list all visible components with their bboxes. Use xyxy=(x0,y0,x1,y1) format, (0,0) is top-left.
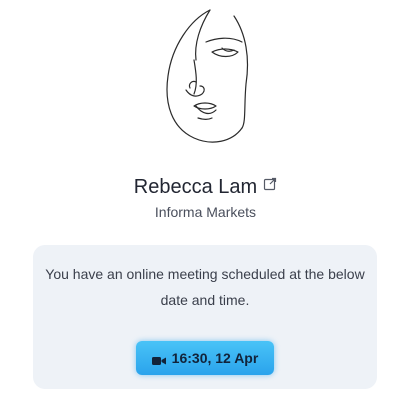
avatar xyxy=(150,6,260,158)
meeting-message: You have an online meeting scheduled at … xyxy=(45,266,365,308)
profile-card: Rebecca Lam Informa Markets You have an … xyxy=(0,0,411,418)
meeting-panel: You have an online meeting scheduled at … xyxy=(33,245,377,389)
contact-company: Informa Markets xyxy=(154,204,257,220)
contact-name: Rebecca Lam xyxy=(133,176,258,198)
external-link-icon[interactable] xyxy=(263,172,277,191)
meeting-time-label: 16:30, 12 Apr xyxy=(171,350,259,366)
contact-name-row: Rebecca Lam xyxy=(0,172,411,200)
meeting-time-button[interactable]: 16:30, 12 Apr xyxy=(136,341,274,375)
line-art-face-icon xyxy=(166,9,249,143)
video-camera-icon xyxy=(151,353,166,365)
